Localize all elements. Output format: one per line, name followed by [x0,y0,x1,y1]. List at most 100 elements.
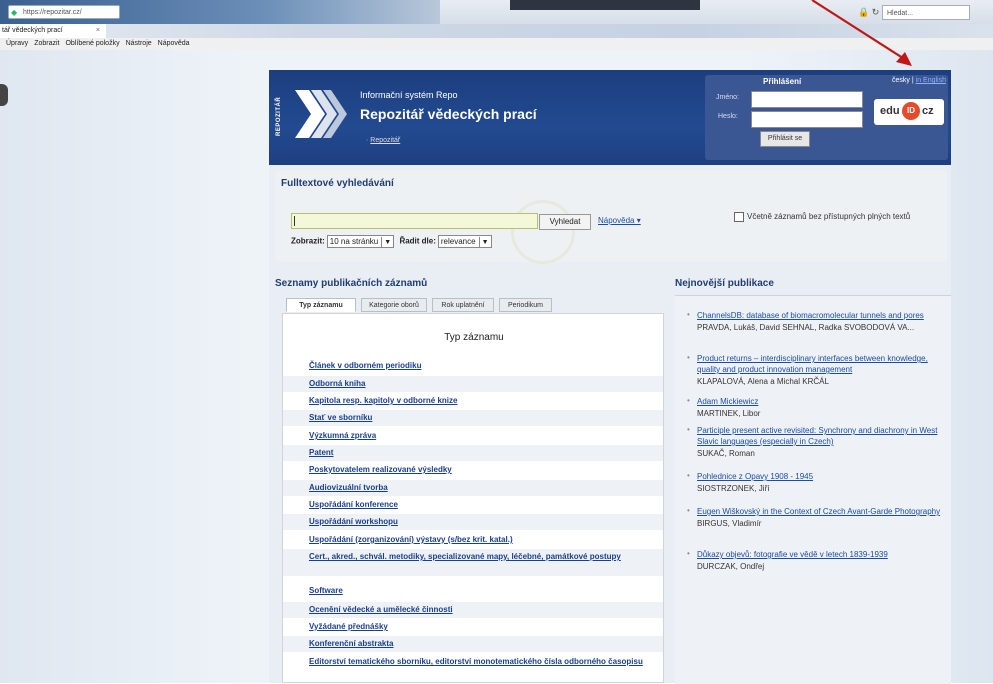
publication-authors: MARTINEK, Libor [697,409,761,418]
bullet-icon: • [687,506,690,515]
page-title: Repozitář vědeckých prací [360,106,537,122]
sort-value: relevance [440,237,476,246]
eduid-login-button[interactable]: edu ID cz [874,99,944,125]
address-bar[interactable]: ◆ https://repozitar.cz/ [8,5,120,19]
bullet-icon: • [687,353,690,362]
breadcrumb: · Repozitář [366,137,400,144]
browser-search-placeholder: Hledat... [887,10,914,17]
tab-field-categories[interactable]: Kategorie oborů [361,298,427,312]
menu-item-tools[interactable]: Nástroje [126,40,152,47]
record-type-link[interactable]: Software [283,583,663,599]
publication-title-link[interactable]: Product returns – interdisciplinary inte… [697,353,949,375]
tab-record-type[interactable]: Typ záznamu [286,298,356,312]
eduid-text-left: edu [880,105,900,117]
record-type-link[interactable]: Kapitola resp. kapitoly v odborné knize [283,393,663,409]
record-type-link[interactable]: Cert., akred., schvál. metodiky, special… [283,549,663,576]
publication-authors: DURCZAK, Ondřej [697,562,765,571]
menu-item-view[interactable]: Zobrazit [34,40,59,47]
scroll-handle[interactable] [0,84,8,106]
publication-title-link[interactable]: Důkazy objevů: fotografie ve vědě v lete… [697,549,949,560]
checkbox-icon[interactable] [734,212,744,222]
record-type-link[interactable]: Audiovizuální tvorba [283,480,663,496]
language-switch: česky | in English [892,77,946,84]
publication-authors: SIOSTRZONEK, Jiří [697,484,770,493]
toolbar-dark-strip [510,0,700,10]
per-page-select[interactable]: 10 na stránku ▼ [326,235,395,248]
tab-title: tář vědeckých prací [2,27,63,34]
side-label: REPOZITÁŘ [276,96,282,136]
help-link-label: Nápověda [598,216,635,225]
record-type-link[interactable]: Uspořádání konference [283,497,663,513]
publication-authors: SUKAČ, Roman [697,449,755,458]
publication-item: • Product returns – interdisciplinary int… [687,353,949,387]
record-type-link[interactable]: Odborná kniha [283,376,663,392]
search-heading: Fulltextové vyhledávání [281,178,394,189]
name-input[interactable] [751,91,863,108]
record-type-link[interactable]: Patent [283,445,663,461]
login-button[interactable]: Přihlásit se [760,131,810,147]
lang-czech[interactable]: česky [892,77,910,84]
tab-year[interactable]: Rok uplatnění [432,298,494,312]
eduid-circle-icon: ID [902,102,920,120]
include-no-fulltext-checkbox[interactable]: Včetně záznamů bez přístupných plných te… [734,212,910,222]
password-input[interactable] [751,111,863,128]
record-type-link[interactable]: Stať ve sborníku [283,410,663,426]
sort-label: Řadit dle: [399,236,436,246]
record-type-title: Typ záznamu [444,332,504,343]
record-type-link[interactable]: Editorství tematického sborníku, editors… [283,654,663,681]
record-type-link[interactable]: Výzkumná zpráva [283,428,663,444]
sort-select[interactable]: relevance ▼ [437,235,492,248]
record-type-link[interactable]: Vyžádané přednášky [283,619,663,635]
search-button[interactable]: Vyhledat [539,214,591,230]
decorative-ring [511,200,575,264]
lists-heading: Seznamy publikačních záznamů [275,278,428,289]
record-type-link[interactable]: Uspořádání workshopu [283,514,663,530]
bullet-icon: • [687,549,690,558]
publication-item: • Participle present active revisited: Sy… [687,425,949,459]
publication-title-link[interactable]: Pohlednice z Opavy 1908 - 1945 [697,471,949,482]
record-type-link[interactable]: Uspořádání (zorganizování) výstavy (s/be… [283,532,663,548]
bullet-icon: • [687,425,690,434]
help-link[interactable]: Nápověda ▾ [598,216,641,225]
publication-title-link[interactable]: Eugen Wiškovský in the Context of Czech … [697,506,949,517]
record-type-link[interactable]: Článek v odborném periodiku [283,358,663,374]
menu-item-help[interactable]: Nápověda [158,40,190,47]
password-label: Heslo: [718,113,738,120]
info-title: Informační systém Repo [360,90,458,100]
record-type-link[interactable]: Konferenční abstrakta [283,636,663,652]
site-container: REPOZITÁŘ Informační systém Repo Repozit… [269,70,951,684]
menu-item-edit[interactable]: Úpravy [6,40,28,47]
browser-tab[interactable]: tář vědeckých prací × [0,24,106,38]
publication-title-link[interactable]: Adam Mickiewicz [697,396,949,407]
publication-authors: BIRGUS, Vladimír [697,519,762,528]
publication-title-link[interactable]: Participle present active revisited: Syn… [697,425,949,447]
eduid-text-right: cz [922,105,934,117]
bullet-icon: • [687,396,690,405]
bullet-icon: • [687,471,690,480]
publication-item: • Eugen Wiškovský in the Context of Czech… [687,506,949,529]
publication-authors: KLAPALOVÁ, Alena a Michal KRČÁL [697,377,829,386]
publication-title-link[interactable]: ChannelsDB: database of biomacromolecula… [697,310,949,321]
site-header: REPOZITÁŘ Informační systém Repo Repozit… [269,70,951,165]
browser-search-input[interactable]: Hledat... [882,5,970,20]
lang-english-link[interactable]: in English [916,77,946,84]
record-type-link[interactable]: Ocenění vědecké a umělecké činnosti [283,602,663,618]
repo-logo-icon [295,90,347,138]
publication-item: • Adam Mickiewicz MARTINEK, Libor [687,396,949,419]
record-type-link[interactable]: Poskytovatelem realizované výsledky [283,462,663,478]
breadcrumb-link[interactable]: Repozitář [370,137,400,144]
bullet-icon: • [687,310,690,319]
menu-bar: Úpravy Zobrazit Oblíbené položky Nástroje Ná… [0,38,993,50]
tab-close-icon[interactable]: × [96,24,100,38]
fulltext-search-input[interactable] [291,213,538,229]
lock-refresh-icons[interactable]: 🔒 ↻ [858,7,879,18]
chevron-down-icon: ▼ [381,237,391,248]
publication-item: • ChannelsDB: database of biomacromolecul… [687,310,949,333]
newest-publications-panel: • ChannelsDB: database of biomacromolecul… [675,295,951,684]
tab-row: tář vědeckých prací × [0,24,993,38]
tab-periodical[interactable]: Periodikum [499,298,552,312]
menu-item-favorites[interactable]: Oblíbené položky [65,40,119,47]
newest-heading: Nejnovější publikace [675,278,774,289]
publication-item: • Pohlednice z Opavy 1908 - 1945 SIOSTRZON… [687,471,949,494]
publication-item: • Důkazy objevů: fotografie ve vědě v let… [687,549,949,572]
